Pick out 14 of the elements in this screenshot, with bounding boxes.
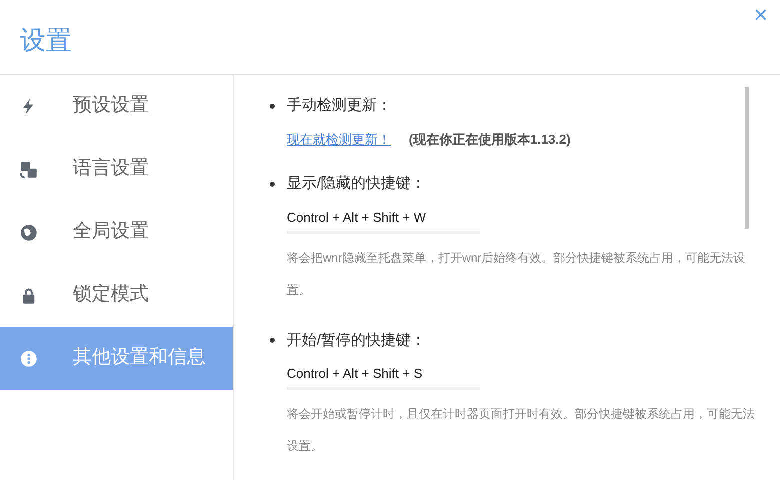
bullet-icon	[270, 104, 275, 109]
section-heading: 开始/暂停的快捷键：	[287, 330, 426, 350]
section-heading: 手动检测更新：	[287, 96, 392, 116]
scrollbar[interactable]	[745, 87, 749, 229]
version-note: (现在你正在使用版本1.13.2)	[409, 130, 571, 149]
check-update-link[interactable]: 现在就检测更新！	[287, 130, 391, 149]
bullet-icon	[270, 338, 275, 344]
bullet-icon	[270, 182, 275, 187]
hotkey-description: 将会把wnr隐藏至托盘菜单，打开wnr后始终有效。部分快捷键被系统占用，可能无法设置。	[287, 250, 747, 298]
window-title: 设置	[20, 24, 72, 56]
hotkey-description: 将会开始或暂停计时，且仅在计时器页面打开时有效。部分快捷键被系统占用，可能无法设置。	[287, 406, 756, 455]
info-icon	[20, 350, 38, 368]
close-button[interactable]: ×	[754, 4, 768, 28]
section-heading: 显示/隐藏的快捷键：	[287, 174, 426, 194]
